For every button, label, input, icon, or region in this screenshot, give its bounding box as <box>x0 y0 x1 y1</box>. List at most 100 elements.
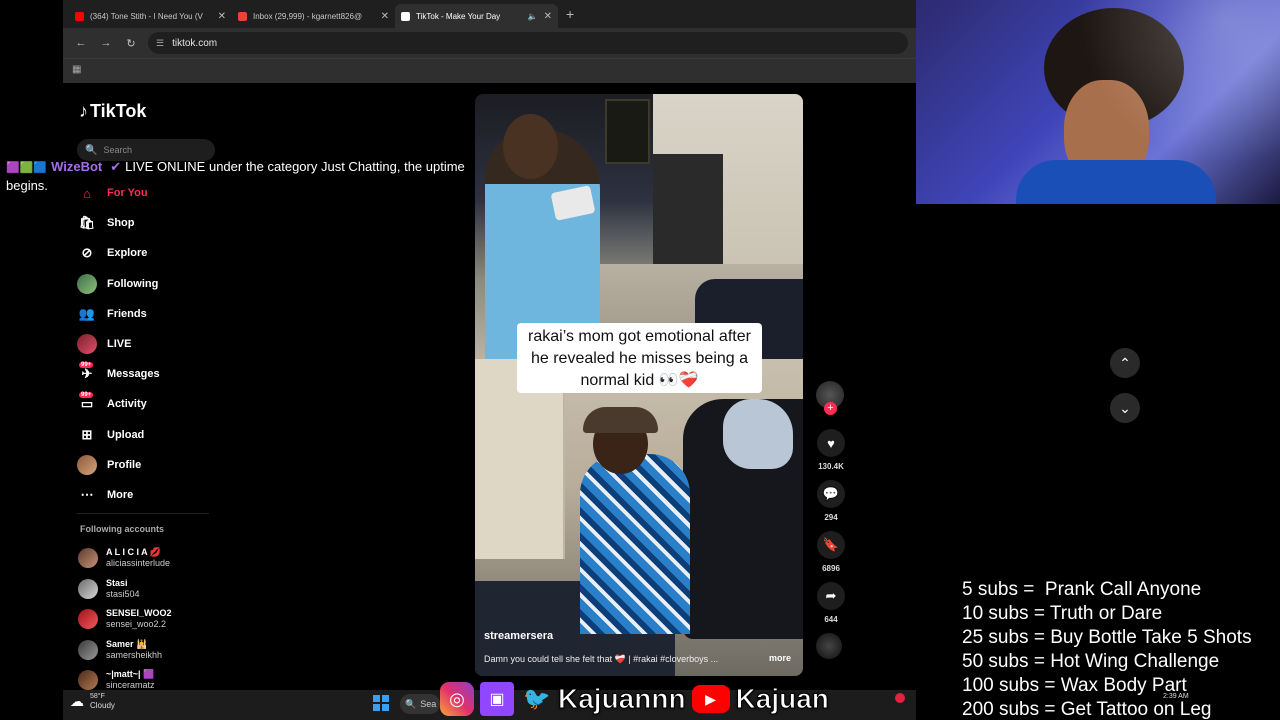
notification-dot-icon <box>895 693 905 703</box>
music-disc-icon[interactable] <box>816 633 842 659</box>
sidebar-item-label: Explore <box>107 247 148 260</box>
tiktok-logo[interactable]: ♪ TikTok <box>79 101 146 122</box>
share-action[interactable]: ➦ 644 <box>816 582 846 624</box>
previous-video-button[interactable]: ⌃ <box>1110 348 1140 378</box>
tiktok-note-icon: ♪ <box>79 101 88 121</box>
avatar <box>78 670 98 691</box>
new-tab-button[interactable]: + <box>566 6 574 22</box>
account-handle: sensei_woo2.2 <box>106 619 167 630</box>
screen: (364) Tone Stith - I Need You (V ✕ Inbox… <box>0 0 1280 720</box>
chatbot-message: 🟪🟩🟦 WizeBot ✔ LIVE ONLINE under the categor… <box>6 158 496 194</box>
twitter-icon: 🐦 <box>523 686 551 711</box>
sidebar-item-label: Activity <box>107 398 147 411</box>
tiktok-favicon-icon <box>401 11 410 21</box>
creator-avatar[interactable]: + <box>816 381 844 415</box>
account-name: ~|matt~| 🟪 <box>106 669 155 680</box>
forward-arrow-icon[interactable]: → <box>98 35 114 51</box>
avatar <box>78 639 98 660</box>
sidebar-item-label: Shop <box>107 217 135 230</box>
sidebar-item-following[interactable]: Following <box>77 269 227 299</box>
list-item[interactable]: A L I C I A 💋 aliciassinterlude <box>78 543 228 574</box>
bookmark-icon[interactable]: 🔖 <box>817 531 845 559</box>
comment-action[interactable]: 💬 294 <box>816 480 846 522</box>
tab-gmail[interactable]: Inbox (29,999) - kgarnett826@ ✕ <box>232 4 395 28</box>
account-name: Samer 🕌 <box>106 638 148 649</box>
sidebar-item-explore[interactable]: ⊘ Explore <box>77 238 227 268</box>
live-avatar-icon <box>77 334 97 355</box>
tab-tiktok[interactable]: TikTok - Make Your Day 🔈 ✕ <box>395 4 558 28</box>
sub-goal: 50 subs = Hot Wing Challenge <box>962 651 1220 672</box>
logo-text: TikTok <box>90 101 147 121</box>
avatar <box>78 548 98 569</box>
taskbar-search-label: Sea <box>420 699 437 709</box>
tab-title: (364) Tone Stith - I Need You (V <box>90 11 203 21</box>
tab-youtube[interactable]: (364) Tone Stith - I Need You (V ✕ <box>69 4 232 28</box>
bot-name: WizeBot <box>51 159 103 174</box>
more-button[interactable]: more <box>769 653 791 663</box>
video-frame-bottom <box>475 359 803 676</box>
weather-widget[interactable]: ☁ 58°F Cloudy <box>70 692 115 711</box>
taskbar-clock[interactable]: 2:39 AM <box>1163 693 1189 701</box>
sub-goals-list: 5 subs = Prank Call Anyone 10 subs = Trut… <box>962 578 1252 720</box>
url-field[interactable]: ☰ tiktok.com <box>148 32 908 54</box>
activity-badge: 99+ <box>79 392 94 399</box>
list-item[interactable]: Stasi stasi504 <box>78 574 228 605</box>
clock-time: 2:39 AM <box>1163 693 1189 700</box>
sidebar-item-profile[interactable]: Profile <box>77 450 227 480</box>
search-icon: 🔍 <box>85 144 98 156</box>
video-player[interactable]: rakai’s mom got emotional after he revea… <box>475 94 803 676</box>
sidebar-item-messages[interactable]: ✈ 99+ Messages <box>77 359 227 389</box>
close-tab-icon[interactable]: ✕ <box>381 11 389 22</box>
sidebar-item-upload[interactable]: ⊞ Upload <box>77 420 227 450</box>
following-list: A L I C I A 💋 aliciassinterlude Stasi stas… <box>78 543 228 696</box>
sidebar-item-label: Profile <box>107 458 142 471</box>
apps-grid-icon[interactable]: ▦ <box>72 64 81 75</box>
account-name: SENSEI_WOO2 <box>106 608 172 619</box>
save-action[interactable]: 🔖 6896 <box>816 531 846 573</box>
weather-temp: 58°F <box>90 693 105 700</box>
list-item[interactable]: SENSEI_WOO2 sensei_woo2.2 <box>78 604 228 635</box>
video-username[interactable]: streamersera <box>484 630 553 642</box>
messages-icon: ✈ 99+ <box>79 362 94 382</box>
account-handle: stasi504 <box>106 588 140 599</box>
tab-title: TikTok - Make Your Day <box>416 11 501 21</box>
sidebar-item-more[interactable]: ⋯ More <box>77 480 227 510</box>
instagram-icon: ◎ <box>440 682 474 716</box>
sub-goal: 10 subs = Truth or Dare <box>962 603 1163 624</box>
heart-icon[interactable]: ♥ <box>817 429 845 457</box>
sub-goal: 5 subs = Prank Call Anyone <box>962 579 1202 600</box>
sidebar-item-shop[interactable]: 🛍 Shop <box>77 208 227 238</box>
like-action[interactable]: ♥ 130.4K <box>816 429 846 471</box>
avatar <box>78 609 98 630</box>
back-arrow-icon[interactable]: ← <box>73 35 89 51</box>
social-banner: ◎ ▣ 🐦 Kajuannn ▶ Kajuan <box>440 678 835 720</box>
sidebar-item-activity[interactable]: ▭ 99+ Activity <box>77 389 227 419</box>
sidebar-item-friends[interactable]: 👥 Friends <box>77 299 227 329</box>
weather-desc: Cloudy <box>90 701 115 710</box>
webcam-feed <box>916 0 1280 204</box>
video-actions: + ♥ 130.4K 💬 294 🔖 6896 ➦ 644 <box>816 381 846 659</box>
sidebar-item-live[interactable]: LIVE <box>77 329 227 359</box>
share-icon[interactable]: ➦ <box>817 582 845 610</box>
speaker-icon[interactable]: 🔈 <box>528 12 538 21</box>
list-item[interactable]: Samer 🕌 samersheikhh <box>78 635 228 666</box>
profile-avatar-icon <box>77 454 97 475</box>
windows-start-icon[interactable] <box>373 695 389 711</box>
reload-icon[interactable]: ↻ <box>123 35 139 51</box>
bot-badges-icon: 🟪🟩🟦 <box>6 162 48 174</box>
sidebar-nav: ⌂ For You 🛍 Shop ⊘ Explore Following 👥 F… <box>77 178 227 510</box>
follow-plus-icon[interactable]: + <box>824 402 837 415</box>
close-tab-icon[interactable]: ✕ <box>544 11 552 22</box>
taskbar-search[interactable]: 🔍 Sea <box>400 694 440 714</box>
messages-badge: 99+ <box>79 362 94 369</box>
search-placeholder: Search <box>103 145 132 155</box>
share-count: 644 <box>824 615 838 624</box>
site-info-icon[interactable]: ☰ <box>156 38 164 49</box>
comment-icon[interactable]: 💬 <box>817 480 845 508</box>
address-bar-row: ← → ↻ ☰ tiktok.com <box>63 28 916 58</box>
close-tab-icon[interactable]: ✕ <box>218 11 226 22</box>
youtube-handle: Kajuan <box>735 683 829 715</box>
twitch-icon: ▣ <box>480 682 514 716</box>
next-video-button[interactable]: ⌄ <box>1110 393 1140 423</box>
following-accounts-heading: Following accounts <box>80 524 165 534</box>
